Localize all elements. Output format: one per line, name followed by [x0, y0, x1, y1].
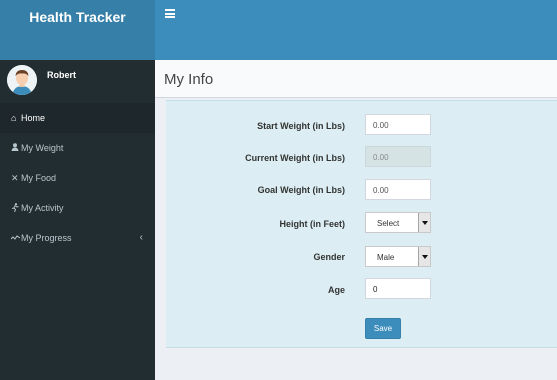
gender-label: Gender [313, 252, 345, 262]
sidebar-item-label: My Weight [21, 143, 64, 153]
dropdown-arrow-icon[interactable] [418, 213, 430, 232]
user-panel: Robert [0, 60, 155, 103]
goal-weight-input[interactable]: 0.00 [365, 179, 431, 200]
sidebar-item-label: My Food [21, 173, 57, 183]
gender-select-value: Male [377, 253, 395, 262]
top-navbar [155, 0, 557, 60]
age-label: Age [327, 285, 345, 295]
sidebar-item-label: My Activity [21, 203, 64, 213]
home-icon: ⌂ [11, 113, 17, 123]
page-title: My Info [164, 71, 214, 88]
age-input[interactable]: 0 [365, 278, 431, 299]
avatar [7, 65, 37, 95]
sidebar-item-label: My Progress [21, 233, 72, 243]
hamburger-menu-icon[interactable] [165, 9, 175, 18]
height-select[interactable]: Select [365, 212, 431, 233]
sidebar-item-my-progress[interactable]: My Progress ‹ [0, 223, 155, 253]
user-icon [11, 143, 21, 153]
cutlery-icon: ✕ [11, 172, 19, 183]
content-header: My Info [155, 60, 557, 98]
sidebar-item-my-food[interactable]: ✕ My Food [0, 163, 155, 193]
dropdown-arrow-icon[interactable] [418, 247, 430, 266]
sidebar-item-home[interactable]: ⌂ Home [0, 103, 155, 133]
height-label: Height (in Feet) [279, 219, 346, 229]
save-button[interactable]: Save [365, 318, 401, 339]
height-select-value: Select [377, 219, 400, 228]
current-weight-input: 0.00 [365, 146, 431, 167]
sidebar-item-my-weight[interactable]: My Weight [0, 133, 155, 163]
sidebar: Robert ⌂ Home My Weight ✕ My Food My Act… [0, 60, 155, 380]
gender-select[interactable]: Male [365, 246, 431, 267]
running-icon [11, 202, 21, 214]
goal-weight-label: Goal Weight (in Lbs) [257, 185, 345, 195]
start-weight-input[interactable]: 0.00 [365, 114, 431, 135]
current-weight-label: Current Weight (in Lbs) [245, 153, 345, 163]
chevron-left-icon[interactable]: ‹ [140, 232, 143, 243]
sidebar-item-my-activity[interactable]: My Activity [0, 193, 155, 223]
user-name: Robert [47, 70, 76, 80]
line-chart-icon [10, 233, 21, 243]
app-logo[interactable]: Health Tracker [0, 0, 155, 60]
sidebar-item-label: Home [21, 113, 46, 123]
start-weight-label: Start Weight (in Lbs) [257, 121, 345, 131]
my-info-form: Start Weight (in Lbs) 0.00 Current Weigh… [166, 100, 557, 348]
